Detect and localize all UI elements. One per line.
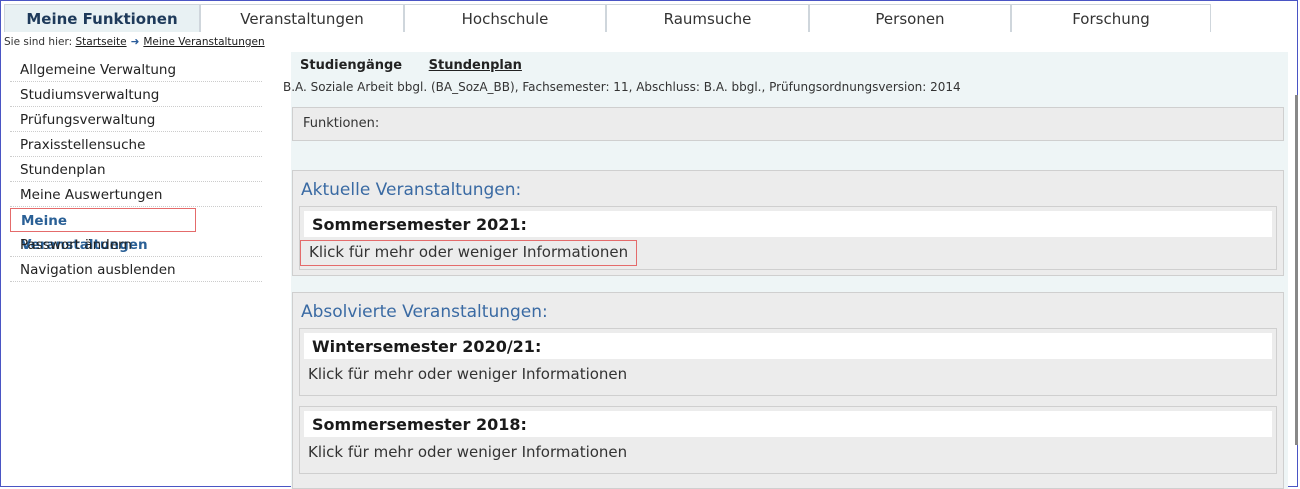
sidebar-item-meine-veranstaltungen[interactable]: Meine Veranstaltungen: [10, 208, 196, 253]
semester-heading[interactable]: Sommersemester 2021:: [304, 211, 1272, 237]
semester-heading[interactable]: Wintersemester 2020/21:: [304, 333, 1272, 359]
main-content: Studiengänge Stundenplan B.A. Soziale Ar…: [283, 52, 1288, 489]
sidebar-item-stundenplan[interactable]: Stundenplan: [10, 158, 262, 182]
sidebar-item-pruefungsverwaltung[interactable]: Prüfungsverwaltung: [10, 108, 262, 132]
sidebar-item-praxisstellensuche[interactable]: Praxisstellensuche: [10, 133, 262, 157]
tab-raumsuche[interactable]: Raumsuche: [606, 4, 809, 32]
semester-toggle-info[interactable]: Klick für mehr oder weniger Informatione…: [300, 437, 1276, 469]
current-courses-title: Aktuelle Veranstaltungen:: [301, 180, 522, 200]
tab-personen[interactable]: Personen: [809, 4, 1011, 32]
tab-veranstaltungen[interactable]: Veranstaltungen: [200, 4, 404, 32]
completed-courses-section: Absolvierte Veranstaltungen: Wintersemes…: [292, 292, 1284, 489]
subtab-stundenplan[interactable]: Stundenplan: [429, 58, 522, 73]
toggle-info-link[interactable]: Klick für mehr oder weniger Informatione…: [300, 240, 638, 266]
subtab-studiengaenge[interactable]: Studiengänge: [300, 58, 402, 73]
semester-panel: Sommersemester 2021: Klick für mehr oder…: [299, 206, 1277, 270]
subtabs: Studiengänge Stundenplan: [300, 58, 544, 73]
semester-heading[interactable]: Sommersemester 2018:: [304, 411, 1272, 437]
functions-box: Funktionen:: [292, 107, 1284, 141]
sidebar-item-allgemeine-verwaltung[interactable]: Allgemeine Verwaltung: [10, 58, 262, 82]
semester-panel: Sommersemester 2018: Klick für mehr oder…: [299, 406, 1277, 474]
top-navigation: Meine Funktionen Veranstaltungen Hochsch…: [4, 4, 1211, 34]
tab-meine-funktionen[interactable]: Meine Funktionen: [4, 4, 200, 32]
vertical-scrollbar[interactable]: [1295, 95, 1298, 445]
breadcrumb: Sie sind hier: Startseite ➜ Meine Veransta…: [4, 36, 265, 48]
tab-hochschule[interactable]: Hochschule: [404, 4, 606, 32]
current-courses-section: Aktuelle Veranstaltungen: Sommersemester…: [292, 170, 1284, 276]
semester-panel: Wintersemester 2020/21: Klick für mehr o…: [299, 328, 1277, 396]
sidebar-item-meine-auswertungen[interactable]: Meine Auswertungen: [10, 183, 262, 207]
breadcrumb-current-link[interactable]: Meine Veranstaltungen: [143, 36, 264, 48]
program-info: B.A. Soziale Arbeit bbgl. (BA_SozA_BB), …: [283, 80, 961, 94]
functions-label: Funktionen:: [303, 116, 380, 131]
semester-toggle-info[interactable]: Klick für mehr oder weniger Informatione…: [300, 359, 1276, 391]
completed-courses-title: Absolvierte Veranstaltungen:: [301, 302, 548, 322]
breadcrumb-prefix: Sie sind hier:: [4, 36, 73, 48]
sidebar: Allgemeine Verwaltung Studiumsverwaltung…: [10, 58, 262, 283]
sidebar-item-studiumsverwaltung[interactable]: Studiumsverwaltung: [10, 83, 262, 107]
sidebar-item-navigation-ausblenden[interactable]: Navigation ausblenden: [10, 258, 262, 282]
tab-forschung[interactable]: Forschung: [1011, 4, 1211, 32]
arrow-right-icon: ➜: [130, 36, 140, 48]
semester-toggle-info[interactable]: Klick für mehr oder weniger Informatione…: [300, 237, 1276, 269]
breadcrumb-home-link[interactable]: Startseite: [75, 36, 126, 48]
